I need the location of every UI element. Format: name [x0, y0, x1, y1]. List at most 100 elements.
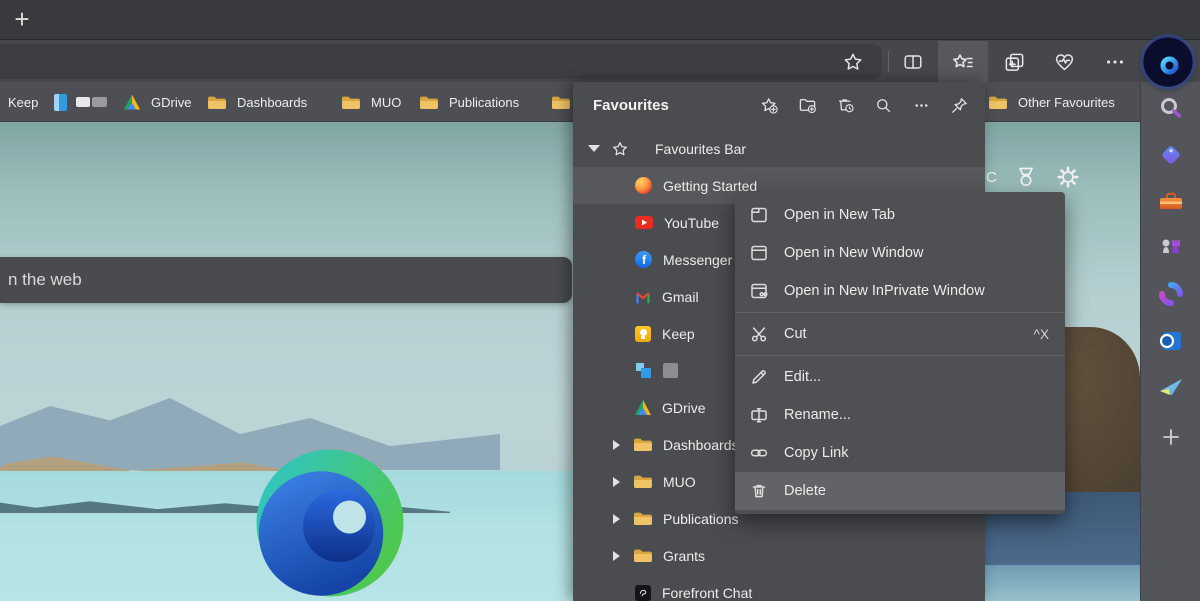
- menu-item-open-in-new-inprivate-window[interactable]: Open in New InPrivate Window: [735, 272, 1065, 310]
- edge-browser-window: +: [0, 0, 1200, 601]
- menu-item-label: Open in New Window: [784, 245, 923, 261]
- tree-item-label: Gmail: [662, 289, 699, 305]
- menu-item-copy-link[interactable]: Copy Link: [735, 434, 1065, 472]
- tree-item-label: MUO: [663, 474, 696, 490]
- pencil-icon: [749, 367, 769, 387]
- favbar-item-folder[interactable]: [551, 82, 570, 122]
- collections-button[interactable]: [998, 46, 1030, 78]
- menu-item-delete[interactable]: Delete: [735, 472, 1065, 510]
- folder-icon: [633, 437, 652, 452]
- chevron-right-icon[interactable]: [613, 440, 620, 450]
- firefox-icon: [635, 177, 652, 194]
- tree-item-label: Messenger: [663, 252, 732, 268]
- gdrive-icon: [635, 400, 651, 415]
- favbar-item-muo[interactable]: MUO: [341, 82, 401, 122]
- tab-strip: +: [0, 0, 1200, 40]
- page-settings-gear-icon[interactable]: [1055, 164, 1081, 190]
- toolbar: [0, 41, 1200, 82]
- browser-essentials-icon: [1053, 51, 1076, 74]
- favbar-item-publications[interactable]: Publications: [419, 82, 519, 122]
- redacted-label-box: [663, 363, 678, 378]
- rewards-icon[interactable]: [1013, 165, 1039, 189]
- menu-item-label: Delete: [784, 483, 826, 499]
- folder-icon: [633, 474, 652, 489]
- tree-item-label: Dashboards: [663, 437, 739, 453]
- sidebar-add-icon[interactable]: [1157, 423, 1185, 451]
- menu-item-rename[interactable]: Rename...: [735, 396, 1065, 434]
- panel-title: Favourites: [593, 97, 669, 114]
- scissors-icon: [749, 324, 769, 344]
- add-folder-icon[interactable]: [798, 96, 817, 115]
- panel-more-options-icon[interactable]: [912, 96, 931, 115]
- folder-icon: [633, 548, 652, 563]
- tree-item-label: Forefront Chat: [662, 585, 752, 601]
- youtube-icon: [635, 216, 653, 229]
- tree-item-grants[interactable]: Grants: [573, 537, 985, 574]
- settings-and-more-button[interactable]: [1099, 46, 1131, 78]
- forefront-chat-icon: [635, 585, 651, 601]
- menu-item-label: Rename...: [784, 407, 851, 423]
- chevron-down-icon[interactable]: [588, 145, 600, 152]
- browser-essentials-button[interactable]: [1048, 46, 1080, 78]
- favbar-item-gdrive[interactable]: GDrive: [124, 82, 191, 122]
- new-tab-button[interactable]: +: [8, 5, 36, 33]
- sidebar-tools-icon[interactable]: [1157, 187, 1185, 215]
- favbar-label: Keep: [8, 95, 38, 110]
- sidebar-games-icon[interactable]: [1157, 233, 1185, 261]
- edge-logo: [255, 448, 405, 598]
- blue-bookmark-icon: [54, 94, 67, 111]
- rename-icon: [749, 405, 769, 425]
- chevron-right-icon[interactable]: [613, 514, 620, 524]
- chevron-right-icon[interactable]: [613, 477, 620, 487]
- gdrive-icon: [124, 95, 140, 110]
- chevron-right-icon[interactable]: [613, 551, 620, 561]
- trash-icon: [749, 481, 769, 501]
- split-screen-icon: [902, 51, 924, 73]
- page-header-widgets: °C: [980, 164, 1081, 190]
- gmail-icon: [635, 289, 651, 305]
- add-favourite-icon[interactable]: [760, 96, 779, 115]
- new-window-icon: [749, 243, 769, 263]
- tree-item-label: YouTube: [664, 215, 719, 231]
- folder-icon: [988, 95, 1007, 110]
- remove-duplicates-icon[interactable]: [836, 96, 855, 115]
- address-bar[interactable]: [0, 44, 882, 79]
- menu-item-edit[interactable]: Edit...: [735, 358, 1065, 396]
- favbar-item-redacted[interactable]: [54, 82, 107, 122]
- menu-item-open-in-new-tab[interactable]: Open in New Tab: [735, 196, 1065, 234]
- tree-item-forefront-chat[interactable]: Forefront Chat: [573, 574, 985, 601]
- favbar-label: Dashboards: [237, 95, 307, 110]
- favbar-item-keep[interactable]: Keep: [8, 82, 38, 122]
- tree-item-favourites-bar[interactable]: Favourites Bar: [573, 130, 985, 167]
- sidebar-search-icon[interactable]: [1157, 94, 1185, 122]
- split-screen-button[interactable]: [897, 46, 929, 78]
- edge-sidebar: [1140, 82, 1200, 601]
- sidebar-shopping-icon[interactable]: [1157, 141, 1185, 169]
- folder-icon: [341, 95, 360, 110]
- menu-item-open-in-new-window[interactable]: Open in New Window: [735, 234, 1065, 272]
- blue-tiles-icon: [635, 362, 652, 379]
- favbar-label: GDrive: [151, 95, 191, 110]
- menu-item-label: Copy Link: [784, 445, 848, 461]
- menu-item-shortcut: ^X: [1034, 327, 1049, 342]
- bing-chat-button[interactable]: [1142, 36, 1194, 88]
- facebook-icon: f: [635, 251, 652, 268]
- add-favourite-star-button[interactable]: [837, 46, 869, 78]
- menu-item-cut[interactable]: Cut ^X: [735, 315, 1065, 353]
- page-search-box[interactable]: n the web: [0, 257, 572, 303]
- search-favourites-icon[interactable]: [874, 96, 893, 115]
- favbar-item-dashboards[interactable]: Dashboards: [207, 82, 307, 122]
- tree-item-label: Publications: [663, 511, 739, 527]
- sidebar-outlook-icon[interactable]: [1157, 327, 1185, 355]
- menu-separator: [735, 312, 1065, 313]
- sidebar-drop-icon[interactable]: [1157, 374, 1185, 402]
- favbar-item-other-favourites[interactable]: Other Favourites: [988, 82, 1115, 122]
- favbar-label: Publications: [449, 95, 519, 110]
- new-tab-icon: [749, 205, 769, 225]
- pin-panel-icon[interactable]: [950, 96, 969, 115]
- inprivate-window-icon: [749, 281, 769, 301]
- redacted-label-box: [76, 97, 90, 107]
- sidebar-microsoft-365-icon[interactable]: [1157, 280, 1185, 308]
- ellipsis-icon: [1104, 51, 1126, 73]
- favourites-hub-button[interactable]: [947, 46, 979, 78]
